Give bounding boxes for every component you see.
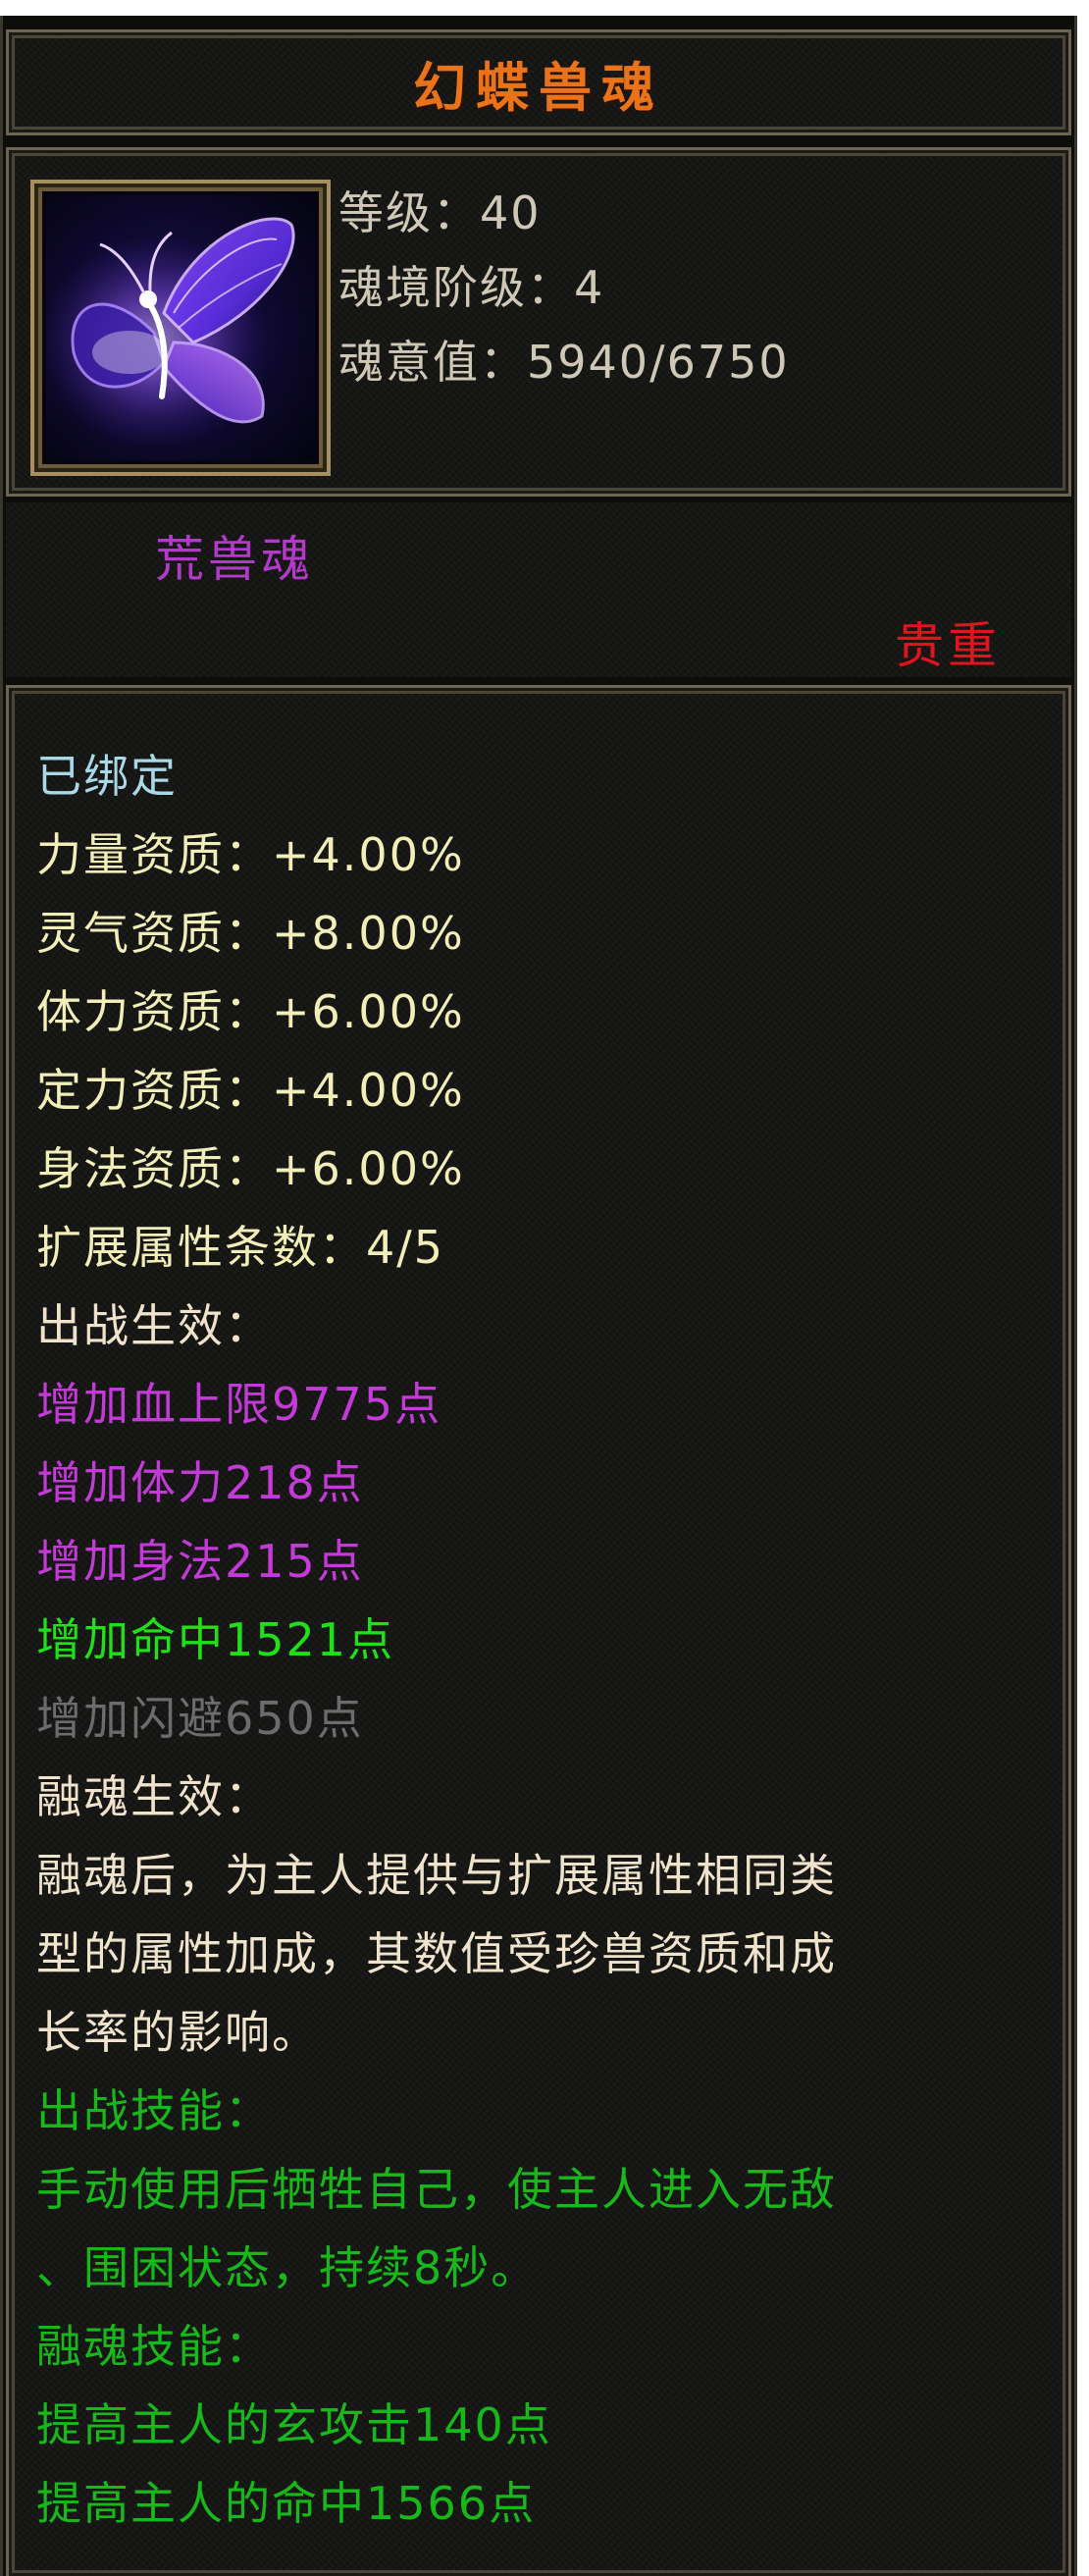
item-icon-frame[interactable] (30, 180, 331, 476)
stat-line: 身法资质：+6.00% (36, 1142, 465, 1195)
battle-effect-line: 增加血上限9775点 (36, 1378, 442, 1431)
battle-skill-line: 、围困状态，持续8秒。 (36, 2241, 539, 2294)
battle-effect-line: 增加闪避650点 (36, 1692, 364, 1745)
battle-skill-heading: 出战技能： (36, 2084, 272, 2137)
purple-butterfly-icon (46, 195, 315, 460)
category-band: 荒兽魂 贵重 (6, 502, 1071, 677)
stat-line: 体力资质：+6.00% (36, 985, 465, 1038)
fusion-effect-heading: 融魂生效： (36, 1770, 272, 1823)
fusion-skill-heading: 融魂技能： (36, 2320, 272, 2373)
battle-skill-line: 手动使用后牺牲自己，使主人进入无敌 (36, 2163, 837, 2216)
item-title: 幻蝶兽魂 (413, 56, 664, 119)
soul-value-label: 魂意值：5940/6750 (338, 336, 790, 389)
battle-effect-heading: 出战生效： (36, 1299, 272, 1352)
battle-effect-line: 增加命中1521点 (36, 1613, 395, 1666)
fusion-skill-line: 提高主人的命中1566点 (36, 2477, 537, 2530)
info-panel: 等级：40 魂境阶级：4 魂意值：5940/6750 (6, 147, 1071, 497)
fusion-effect-line: 融魂后，为主人提供与扩展属性相同类 (36, 1849, 837, 1902)
realm-rank-label: 魂境阶级：4 (338, 261, 605, 314)
stat-line: 力量资质：+4.00% (36, 828, 465, 881)
item-tooltip: 幻蝶兽魂 等级：40 魂境阶级：4 魂意值：5940/6750 荒兽魂 贵重 已… (0, 0, 1089, 2576)
item-quality: 贵重 (895, 617, 1001, 674)
fusion-effect-line: 长率的影响。 (36, 2006, 319, 2059)
stat-line: 灵气资质：+8.00% (36, 907, 465, 960)
attributes-panel: 已绑定 力量资质：+4.00% 灵气资质：+8.00% 体力资质：+6.00% … (6, 685, 1071, 2576)
fusion-effect-line: 型的属性加成，其数值受珍兽资质和成 (36, 1927, 837, 1980)
bound-status: 已绑定 (36, 750, 178, 803)
fusion-skill-line: 提高主人的玄攻击140点 (36, 2398, 552, 2451)
extension-count: 扩展属性条数：4/5 (36, 1221, 445, 1274)
level-label: 等级：40 (338, 186, 542, 239)
battle-effect-line: 增加体力218点 (36, 1456, 364, 1509)
title-bar: 幻蝶兽魂 (6, 29, 1071, 135)
item-category: 荒兽魂 (155, 531, 314, 588)
battle-effect-line: 增加身法215点 (36, 1535, 364, 1588)
stat-line: 定力资质：+4.00% (36, 1064, 465, 1117)
